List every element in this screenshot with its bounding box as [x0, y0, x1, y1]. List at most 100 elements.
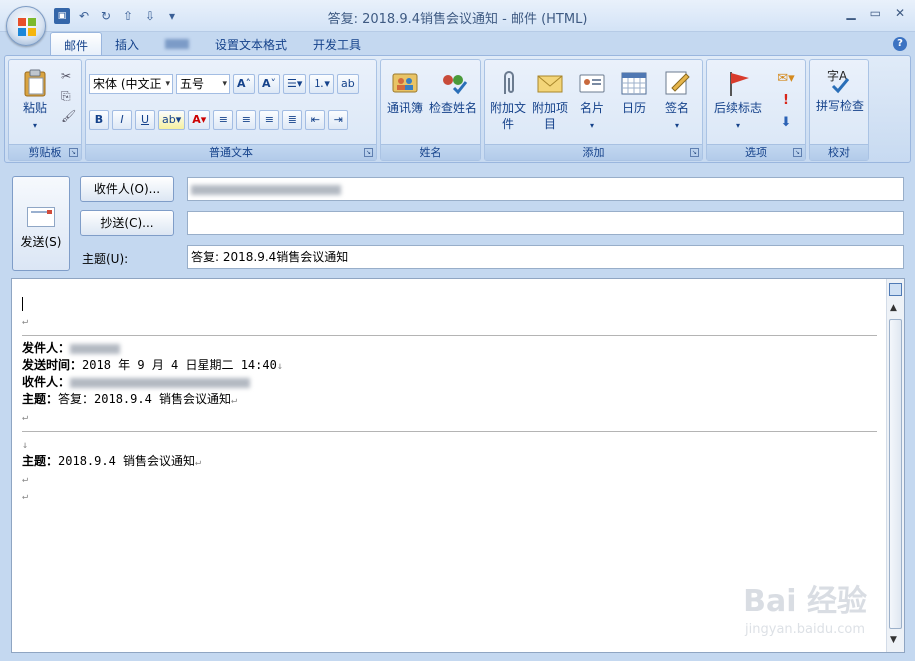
- group-label-names: 姓名: [381, 144, 480, 160]
- forward-subject: 2018.9.4 销售会议通知: [58, 454, 196, 468]
- ribbon-tabs: 邮件 插入 设置文本格式 开发工具: [50, 32, 374, 56]
- cc-field[interactable]: [187, 211, 904, 235]
- subject-field[interactable]: 答复: 2018.9.4销售会议通知: [187, 245, 904, 269]
- group-include: 附加文件 附加项目 名片 ▾ 日历 签名 ▾ 添加 ↘: [484, 59, 703, 161]
- calendar-icon: [621, 72, 647, 95]
- dialog-launcher-icon[interactable]: ↘: [690, 148, 699, 157]
- align-right-icon[interactable]: ≡: [259, 110, 280, 130]
- reply-separator: [22, 335, 877, 336]
- grow-font-icon[interactable]: A˄: [233, 74, 256, 94]
- group-clipboard: 粘贴 ▾ ✂ ⎘ 🖌 剪贴板 ↘: [8, 59, 82, 161]
- paperclip-icon: [504, 71, 514, 94]
- body-content: ↵ 发件人： 发送时间：2018 年 9 月 4 日星期二 14:40↓ 收件人…: [22, 295, 877, 504]
- follow-up-button[interactable]: 后续标志 ▾: [709, 68, 767, 134]
- group-label-proofing: 校对: [810, 144, 868, 160]
- dialog-launcher-icon[interactable]: ↘: [364, 148, 373, 157]
- format-painter-icon[interactable]: 🖌: [61, 106, 76, 126]
- clear-format-icon[interactable]: ab: [336, 74, 359, 94]
- dialog-launcher-icon[interactable]: ↘: [793, 148, 802, 157]
- highlight-icon[interactable]: ab▾: [158, 110, 186, 130]
- send-button[interactable]: 发送(S): [12, 176, 70, 271]
- shrink-font-icon[interactable]: A˅: [258, 74, 281, 94]
- vertical-scrollbar[interactable]: ▲ ▼: [886, 279, 904, 652]
- text-cursor: [22, 296, 23, 311]
- blurred-tab-label: [165, 38, 190, 49]
- help-icon[interactable]: ?: [893, 37, 907, 51]
- tab-format-text[interactable]: 设置文本格式: [202, 32, 300, 56]
- calendar-button[interactable]: 日历: [615, 68, 653, 116]
- group-basic-text: 宋体 (中文正 五号 A˄ A˅ ☰▾ ⒈▾ ab B I U ab▾ A▾ ≡…: [85, 59, 377, 161]
- attach-file-button[interactable]: 附加文件: [489, 68, 527, 132]
- dialog-launcher-icon[interactable]: ↘: [69, 148, 78, 157]
- blurred-sender: [70, 343, 121, 354]
- sent-time: 2018 年 9 月 4 日星期二 14:40: [82, 358, 277, 372]
- group-options: 后续标志 ▾ ✉▾ ! ⬇ 选项 ↘: [706, 59, 806, 161]
- increase-indent-icon[interactable]: ⇥: [328, 110, 349, 130]
- numbering-icon[interactable]: ⒈▾: [309, 74, 334, 94]
- subject-label: 主题(U):: [82, 252, 129, 266]
- close-icon[interactable]: ✕: [895, 6, 905, 20]
- attach-item-button[interactable]: 附加项目: [531, 68, 569, 132]
- window-controls: ▁ ▭ ✕: [846, 6, 905, 20]
- scroll-down-icon[interactable]: ▼: [890, 635, 897, 645]
- decrease-indent-icon[interactable]: ⇤: [305, 110, 326, 130]
- cc-button[interactable]: 抄送(C)...: [80, 210, 174, 236]
- original-subject: 答复：2018.9.4 销售会议通知: [58, 392, 232, 406]
- align-center-icon[interactable]: ≡: [236, 110, 257, 130]
- font-color-icon[interactable]: A▾: [188, 110, 211, 130]
- italic-icon[interactable]: I: [112, 110, 132, 130]
- to-button[interactable]: 收件人(O)...: [80, 176, 174, 202]
- watermark-url: jingyan.baidu.com: [745, 622, 865, 637]
- window-title: 答复: 2018.9.4销售会议通知 - 邮件 (HTML): [327, 12, 588, 27]
- ribbon: 粘贴▾ ✂ ⎘ 🖌 剪贴板 ↘ 宋体 (中文正 五号 A˄ A˅ ☰▾ ⒈▾ a…: [4, 55, 911, 163]
- signature-button[interactable]: 签名 ▾: [657, 68, 697, 134]
- clipboard-icon: [24, 69, 46, 97]
- high-importance-icon[interactable]: !: [773, 90, 799, 112]
- tab-insert[interactable]: 插入: [102, 32, 152, 56]
- blurred-recipient: [191, 184, 341, 195]
- check-names-icon: [443, 75, 468, 95]
- align-left-icon[interactable]: ≡: [213, 110, 234, 130]
- signature-icon: [665, 71, 690, 95]
- bold-icon[interactable]: B: [89, 110, 109, 130]
- title-bar: ▣ ↶ ↻ ⇧ ⇩ ▾ 答复: 2018.9.4销售会议通知 - 邮件 (HTM…: [0, 0, 915, 32]
- flag-icon: [730, 72, 749, 96]
- tab-message[interactable]: 邮件: [50, 32, 103, 56]
- group-proofing: 字A 拼写检查 校对: [809, 59, 869, 161]
- low-importance-icon[interactable]: ⬇: [773, 112, 799, 134]
- check-names-button[interactable]: 检查姓名: [427, 68, 479, 116]
- blurred-recipient-body: [70, 377, 251, 388]
- spell-check-icon: 字A: [827, 68, 850, 94]
- reply-separator-2: [22, 431, 877, 432]
- send-envelope-icon: [27, 207, 55, 227]
- address-book-button[interactable]: 通讯簿: [383, 68, 427, 116]
- envelope-icon: [537, 75, 563, 93]
- justify-icon[interactable]: ≣: [282, 110, 303, 130]
- scroll-up-icon[interactable]: ▲: [890, 303, 897, 313]
- maximize-icon[interactable]: ▭: [870, 6, 881, 20]
- group-label-options: 选项: [707, 144, 805, 160]
- font-name-combo[interactable]: 宋体 (中文正: [89, 74, 173, 94]
- ruler-icon[interactable]: [889, 283, 902, 296]
- bullets-icon[interactable]: ☰▾: [283, 74, 307, 94]
- cut-icon[interactable]: ✂: [61, 66, 76, 86]
- tab-developer[interactable]: 开发工具: [300, 32, 374, 56]
- copy-icon[interactable]: ⎘: [61, 86, 76, 106]
- paste-button[interactable]: 粘贴 ▾: [15, 68, 55, 134]
- scroll-thumb[interactable]: [889, 319, 902, 629]
- watermark-logo: Bai 经验: [743, 584, 867, 619]
- group-names: 通讯簿 检查姓名 姓名: [380, 59, 481, 161]
- spelling-button[interactable]: 字A 拼写检查: [812, 66, 868, 114]
- minimize-icon[interactable]: ▁: [846, 6, 855, 20]
- address-book-icon: [392, 73, 418, 93]
- business-card-icon: [579, 74, 605, 93]
- tab-blurred[interactable]: [152, 32, 202, 56]
- font-size-combo[interactable]: 五号: [176, 74, 230, 94]
- business-card-button[interactable]: 名片 ▾: [573, 68, 611, 134]
- office-button[interactable]: [6, 6, 46, 46]
- underline-icon[interactable]: U: [135, 110, 155, 130]
- to-field[interactable]: [187, 177, 904, 201]
- group-label-include: 添加: [485, 144, 702, 160]
- group-label-basic-text: 普通文本: [86, 144, 376, 160]
- category-icon[interactable]: ✉▾: [773, 68, 799, 90]
